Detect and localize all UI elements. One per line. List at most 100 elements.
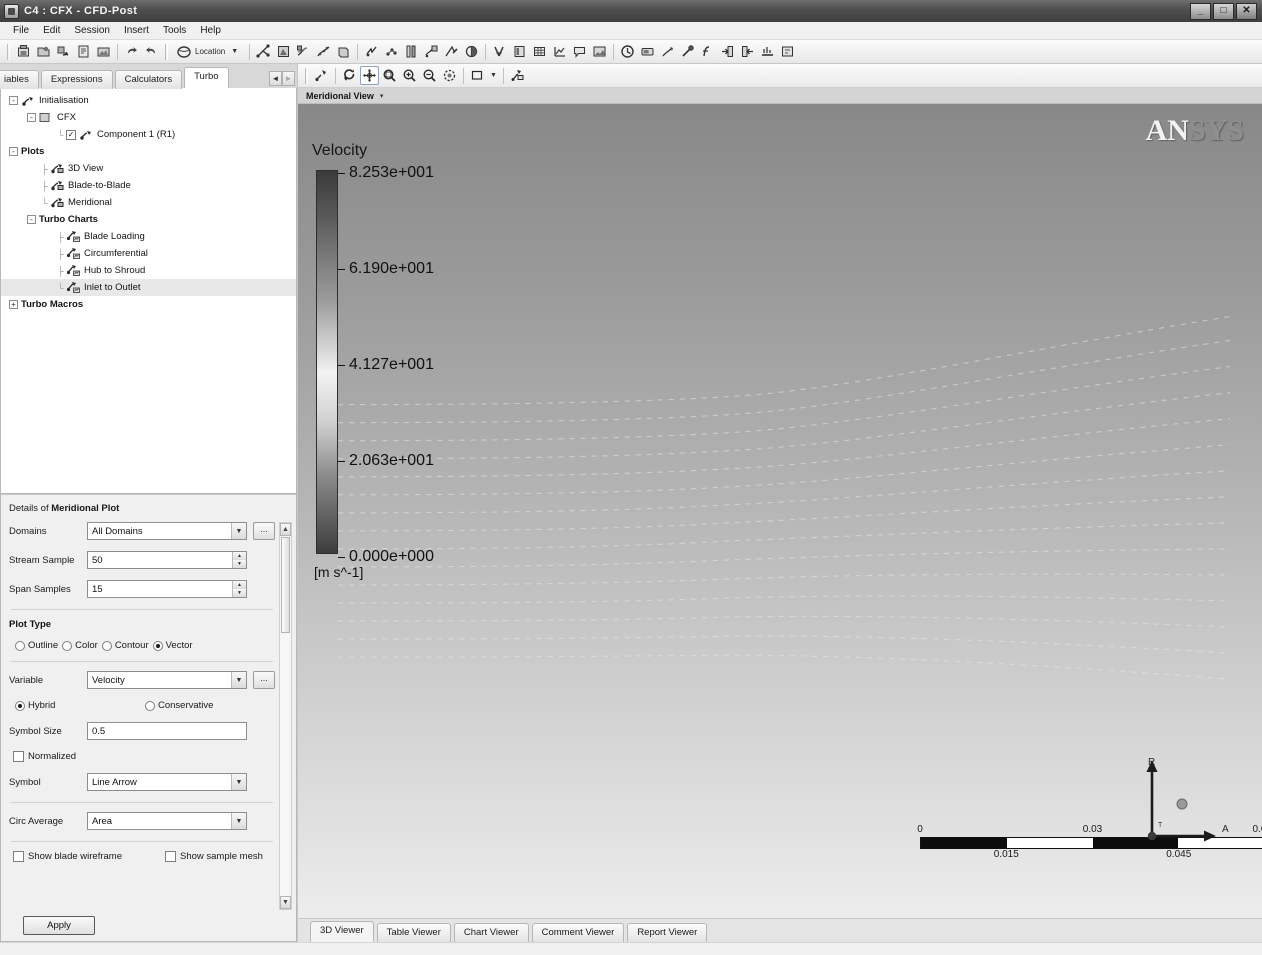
radio-dot-icon[interactable]: [152, 640, 163, 651]
save-state-icon[interactable]: [34, 42, 53, 61]
scrollbar-track[interactable]: [280, 536, 291, 896]
location-dropdown[interactable]: Location ▼: [172, 42, 245, 61]
figure-icon[interactable]: [590, 42, 609, 61]
spin-up-icon[interactable]: ▲: [233, 581, 246, 589]
snapshot-icon[interactable]: [94, 42, 113, 61]
menu-help[interactable]: Help: [193, 24, 228, 37]
tab-chart-viewer[interactable]: Chart Viewer: [453, 923, 529, 942]
toolbar-grip[interactable]: [7, 43, 10, 60]
view-dropdown-caret[interactable]: ▼: [488, 66, 499, 85]
select-mode-icon[interactable]: [312, 66, 331, 85]
expander-icon[interactable]: +: [9, 300, 18, 309]
tree-item-cfx[interactable]: - CFX: [1, 109, 296, 126]
tab-scroll-left[interactable]: ◄: [269, 71, 282, 86]
tree-item-blade-to-blade[interactable]: ├ Blade-to-Blade: [1, 177, 296, 194]
radio-color[interactable]: Color: [62, 640, 98, 651]
volume-render-icon[interactable]: [334, 42, 353, 61]
checkbox-icon[interactable]: [13, 851, 24, 862]
tab-3d-viewer[interactable]: 3D Viewer: [310, 921, 374, 942]
radio-conservative[interactable]: Conservative: [145, 700, 213, 711]
vector-icon[interactable]: [254, 42, 273, 61]
normalized-checkbox[interactable]: Normalized: [13, 751, 76, 762]
expander-icon[interactable]: -: [9, 96, 18, 105]
tree-item-meridional[interactable]: └ Meridional: [1, 194, 296, 211]
zoom-box-icon[interactable]: [380, 66, 399, 85]
legend-icon[interactable]: [510, 42, 529, 61]
tab-scroll-right[interactable]: ►: [282, 71, 295, 86]
radio-dot-icon[interactable]: [15, 640, 25, 651]
chevron-down-icon[interactable]: ▼: [231, 672, 246, 688]
variable-select[interactable]: Velocity ▼: [87, 671, 247, 689]
tree-item-blade-loading[interactable]: ├ Blade Loading: [1, 228, 296, 245]
timestep-icon[interactable]: [618, 42, 637, 61]
point-cloud-icon[interactable]: [382, 42, 401, 61]
radio-dot-icon[interactable]: [145, 700, 155, 711]
tree-item-turbo-charts[interactable]: - Turbo Charts: [1, 211, 296, 228]
menu-tools[interactable]: Tools: [156, 24, 193, 37]
pan-icon[interactable]: [360, 66, 379, 85]
menu-edit[interactable]: Edit: [36, 24, 67, 37]
rotate-icon[interactable]: [340, 66, 359, 85]
tree-item-turbo-macros[interactable]: + Turbo Macros: [1, 296, 296, 313]
tree-item-plots[interactable]: - Plots: [1, 143, 296, 160]
scroll-down-icon[interactable]: ▼: [280, 896, 291, 909]
streamline-icon[interactable]: [294, 42, 313, 61]
radio-vector[interactable]: Vector: [152, 640, 193, 651]
tab-report-viewer[interactable]: Report Viewer: [627, 923, 708, 942]
domains-select[interactable]: All Domains ▼: [87, 522, 247, 540]
menu-session[interactable]: Session: [67, 24, 117, 37]
radio-hybrid[interactable]: Hybrid: [15, 700, 145, 711]
circ-average-select[interactable]: Area ▼: [87, 812, 247, 830]
iso-clip-icon[interactable]: [442, 42, 461, 61]
spin-up-icon[interactable]: ▲: [233, 552, 246, 560]
tree-item-hub-to-shroud[interactable]: ├ Hub to Shroud: [1, 262, 296, 279]
chevron-down-icon[interactable]: ▼: [228, 48, 241, 55]
redo-icon[interactable]: [142, 42, 161, 61]
report-icon[interactable]: [74, 42, 93, 61]
expander-icon[interactable]: -: [27, 215, 36, 224]
scroll-up-icon[interactable]: ▲: [280, 523, 291, 536]
component-checkbox[interactable]: ✓: [66, 129, 76, 140]
tab-turbo[interactable]: Turbo: [184, 67, 229, 88]
fit-view-icon[interactable]: [440, 66, 459, 85]
spinner-buttons[interactable]: ▲ ▼: [232, 552, 246, 568]
tab-expressions[interactable]: Expressions: [40, 70, 113, 89]
expression-icon[interactable]: [778, 42, 797, 61]
zoom-in-icon[interactable]: [400, 66, 419, 85]
animation-icon[interactable]: [638, 42, 657, 61]
spin-down-icon[interactable]: ▼: [233, 560, 246, 568]
maximize-button[interactable]: □: [1213, 2, 1234, 20]
load-results-icon[interactable]: [14, 42, 33, 61]
tree-item-initialisation[interactable]: - Initialisation: [1, 92, 296, 109]
chevron-down-icon[interactable]: ▼: [231, 774, 246, 790]
close-button[interactable]: ✕: [1236, 2, 1257, 20]
span-samples-stepper[interactable]: 15 ▲ ▼: [87, 580, 247, 598]
minimize-button[interactable]: _: [1190, 2, 1211, 20]
viewer-view-selector[interactable]: Meridional View ▾: [298, 88, 1262, 104]
calculator-icon[interactable]: [758, 42, 777, 61]
zoom-out-icon[interactable]: [420, 66, 439, 85]
toolbar-grip-2[interactable]: [165, 43, 168, 60]
isosurface-icon[interactable]: [422, 42, 441, 61]
checkbox-icon[interactable]: [13, 751, 24, 762]
show-sample-mesh-checkbox[interactable]: Show sample mesh: [165, 851, 263, 862]
viewer-toolbar-grip[interactable]: [305, 67, 308, 84]
refresh-icon[interactable]: [54, 42, 73, 61]
expander-icon[interactable]: -: [9, 147, 18, 156]
import-icon[interactable]: [738, 42, 757, 61]
function-icon[interactable]: [698, 42, 717, 61]
table-icon[interactable]: [530, 42, 549, 61]
comment-icon[interactable]: [570, 42, 589, 61]
scrollbar-thumb[interactable]: [281, 537, 290, 633]
probe-icon[interactable]: [678, 42, 697, 61]
domains-browse-button[interactable]: ...: [253, 522, 275, 540]
symbol-size-input[interactable]: 0.5: [87, 722, 247, 740]
turbo-tree[interactable]: - Initialisation - CFX └ ✓ Component 1 (…: [0, 88, 297, 494]
snapshot-view-icon[interactable]: [508, 66, 527, 85]
tree-item-component-1[interactable]: └ ✓ Component 1 (R1): [1, 126, 296, 143]
stream-sample-stepper[interactable]: 50 ▲ ▼: [87, 551, 247, 569]
tab-calculators[interactable]: Calculators: [114, 70, 183, 89]
checkbox-icon[interactable]: [165, 851, 176, 862]
tab-table-viewer[interactable]: Table Viewer: [376, 923, 451, 942]
variable-browse-button[interactable]: ...: [253, 671, 275, 689]
